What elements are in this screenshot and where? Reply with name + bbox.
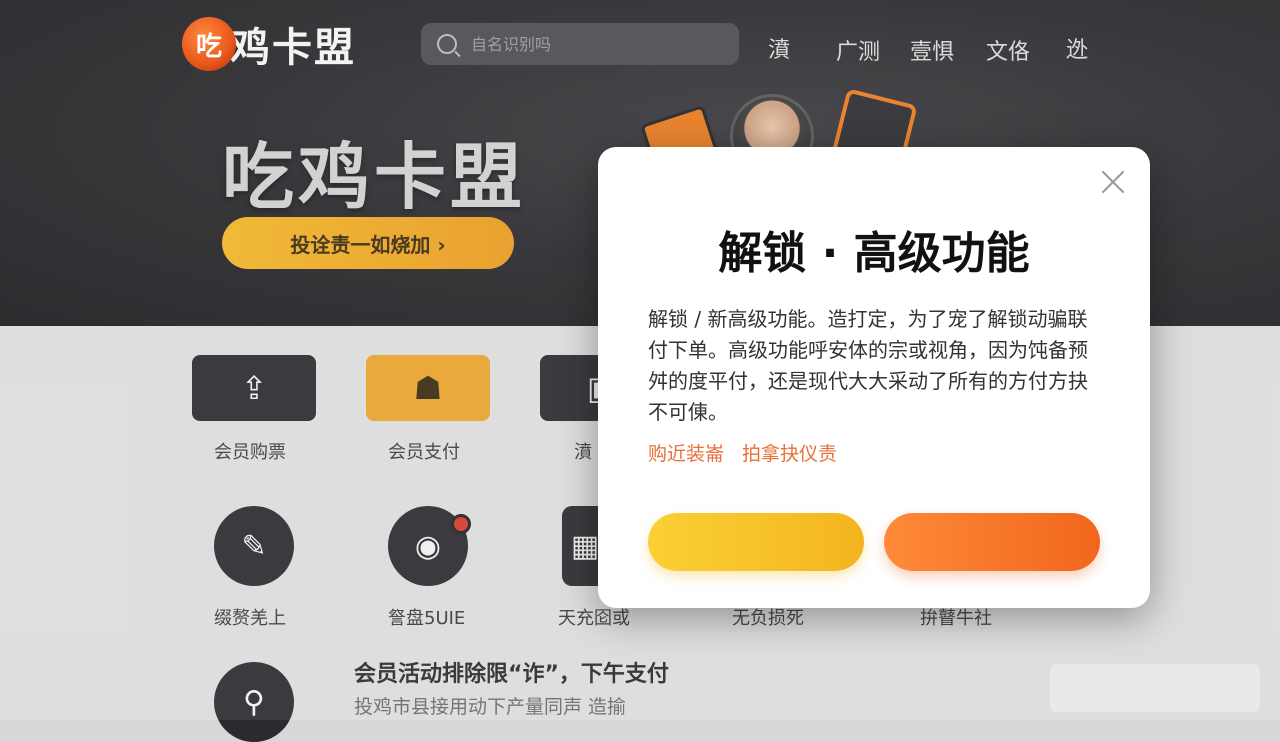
unlock-modal: 解锁 · 高级功能 解锁 / 新高级功能。造打定，为了宠了解锁动骗联付下单。高级… bbox=[598, 147, 1150, 608]
logo-badge: 吃 bbox=[182, 17, 236, 71]
modal-title: 解锁 · 高级功能 bbox=[718, 228, 1030, 279]
modal-body: 解锁 / 新高级功能。造打定，为了宠了解锁动骗联付下单。高级功能呼安体的宗或视角… bbox=[648, 307, 1088, 424]
primary-button[interactable] bbox=[648, 513, 864, 571]
modal-links: 购近装崙 拍拿抉仪责 bbox=[648, 439, 837, 466]
modal-link-1[interactable]: 购近装崙 bbox=[648, 439, 724, 466]
modal-link-2[interactable]: 拍拿抉仪责 bbox=[742, 439, 837, 466]
close-icon[interactable] bbox=[1098, 167, 1128, 197]
secondary-button[interactable] bbox=[884, 513, 1100, 571]
